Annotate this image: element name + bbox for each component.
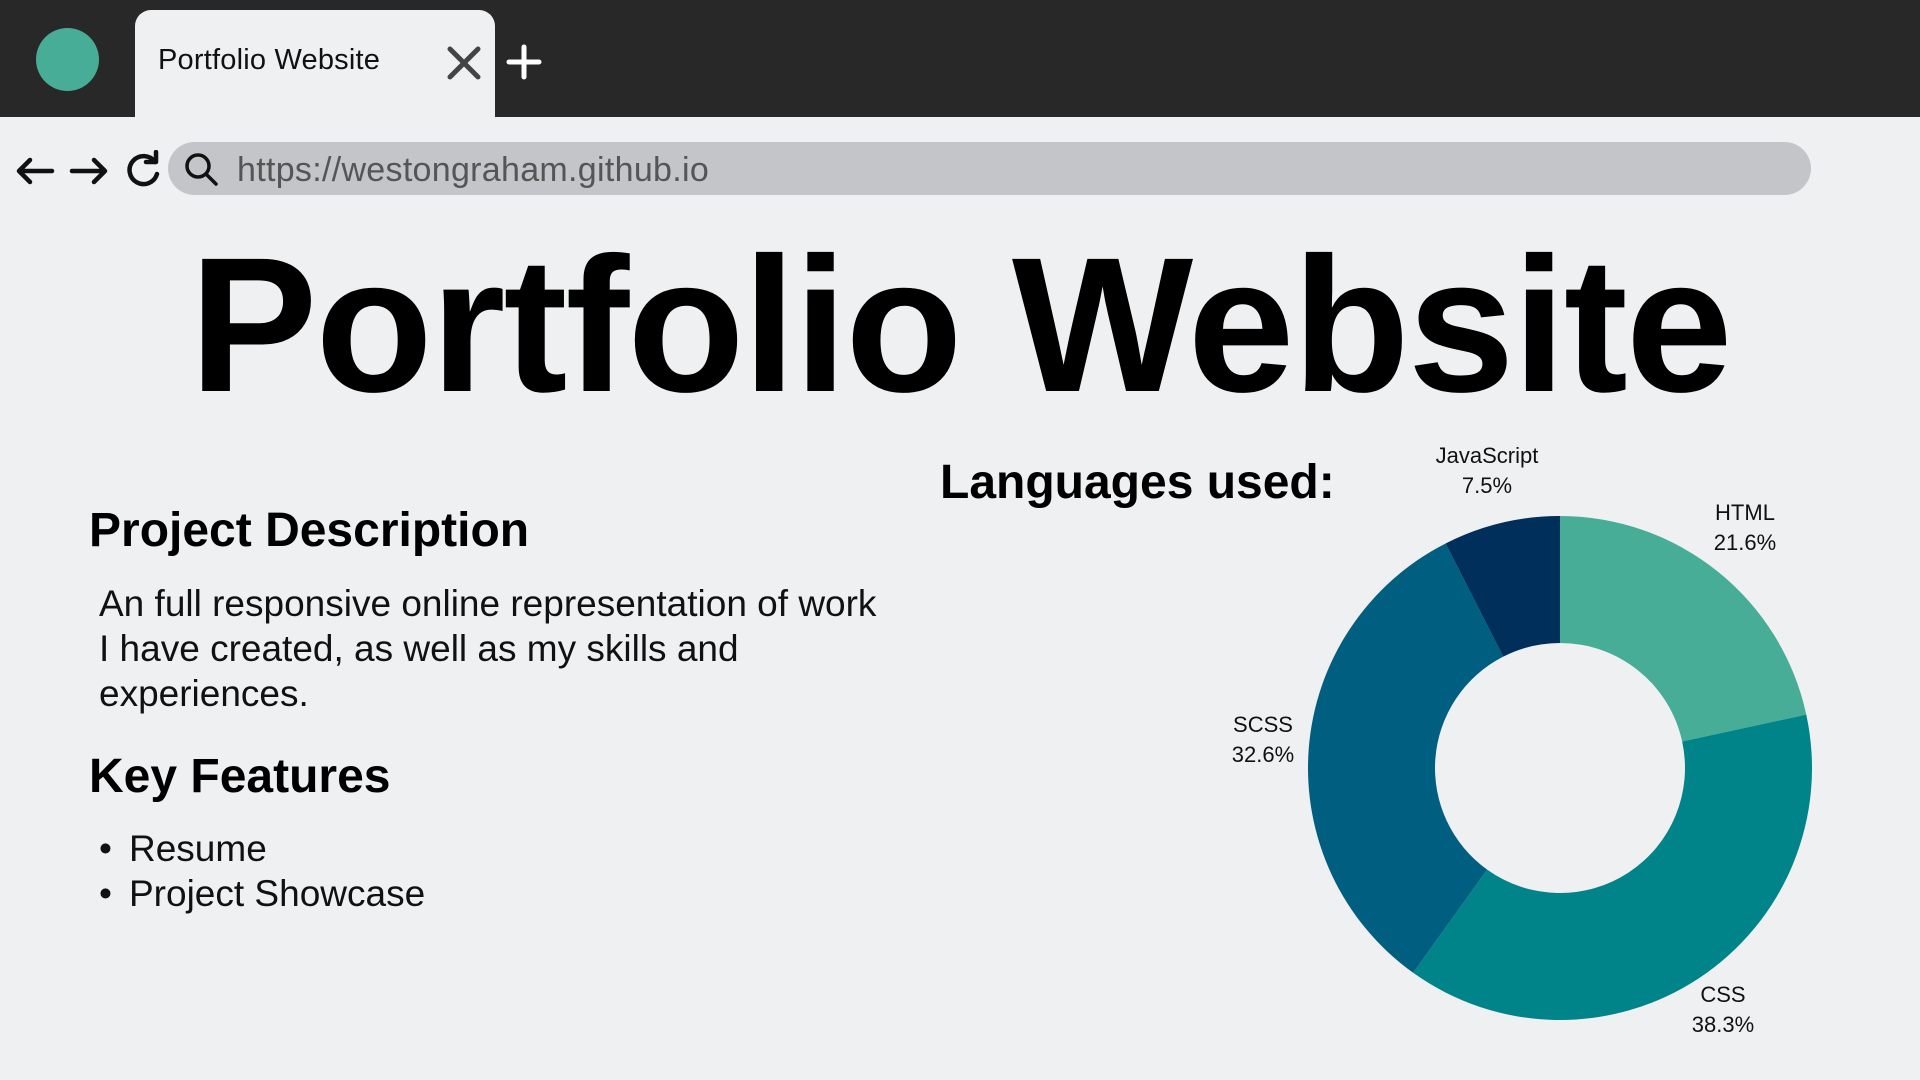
slice-value-html: 21.6%	[1714, 530, 1776, 555]
reload-icon[interactable]	[122, 150, 164, 192]
features-list: Resume Project Showcase	[99, 826, 425, 916]
forward-arrow-icon[interactable]	[68, 150, 110, 192]
features-heading: Key Features	[89, 750, 391, 803]
slice-label-scss: SCSS	[1233, 712, 1293, 737]
new-tab-plus-icon[interactable]	[505, 43, 543, 81]
search-icon	[185, 153, 218, 186]
browser-tab-strip: Portfolio Website	[0, 0, 1920, 117]
slice-value-scss: 32.6%	[1232, 742, 1294, 767]
close-icon[interactable]	[444, 43, 484, 83]
back-arrow-icon[interactable]	[14, 150, 56, 192]
donut-slice-css	[1413, 714, 1813, 1021]
chart-heading: Languages used:	[940, 456, 1335, 509]
slice-value-javascript: 7.5%	[1462, 473, 1512, 498]
browser-menu-dot[interactable]	[36, 28, 99, 91]
description-heading: Project Description	[89, 504, 530, 557]
list-item: Resume	[99, 826, 425, 871]
address-url[interactable]: https://westongraham.github.io	[237, 151, 709, 190]
donut-slice-scss	[1308, 543, 1504, 973]
description-text: An full responsive online representation…	[99, 583, 877, 714]
slice-label-html: HTML	[1715, 500, 1775, 525]
list-item: Project Showcase	[99, 871, 425, 916]
address-bar[interactable]: https://westongraham.github.io	[168, 142, 1811, 195]
tab-title: Portfolio Website	[158, 44, 381, 76]
donut-slice-javascript	[1445, 516, 1560, 657]
slice-label-css: CSS	[1700, 982, 1745, 1007]
slice-value-css: 38.3%	[1692, 1012, 1754, 1037]
browser-tab[interactable]: Portfolio Website	[135, 10, 495, 117]
donut-slice-html	[1560, 516, 1807, 742]
slice-label-javascript: JavaScript	[1436, 443, 1539, 468]
page-title: Portfolio Website	[189, 217, 1732, 432]
